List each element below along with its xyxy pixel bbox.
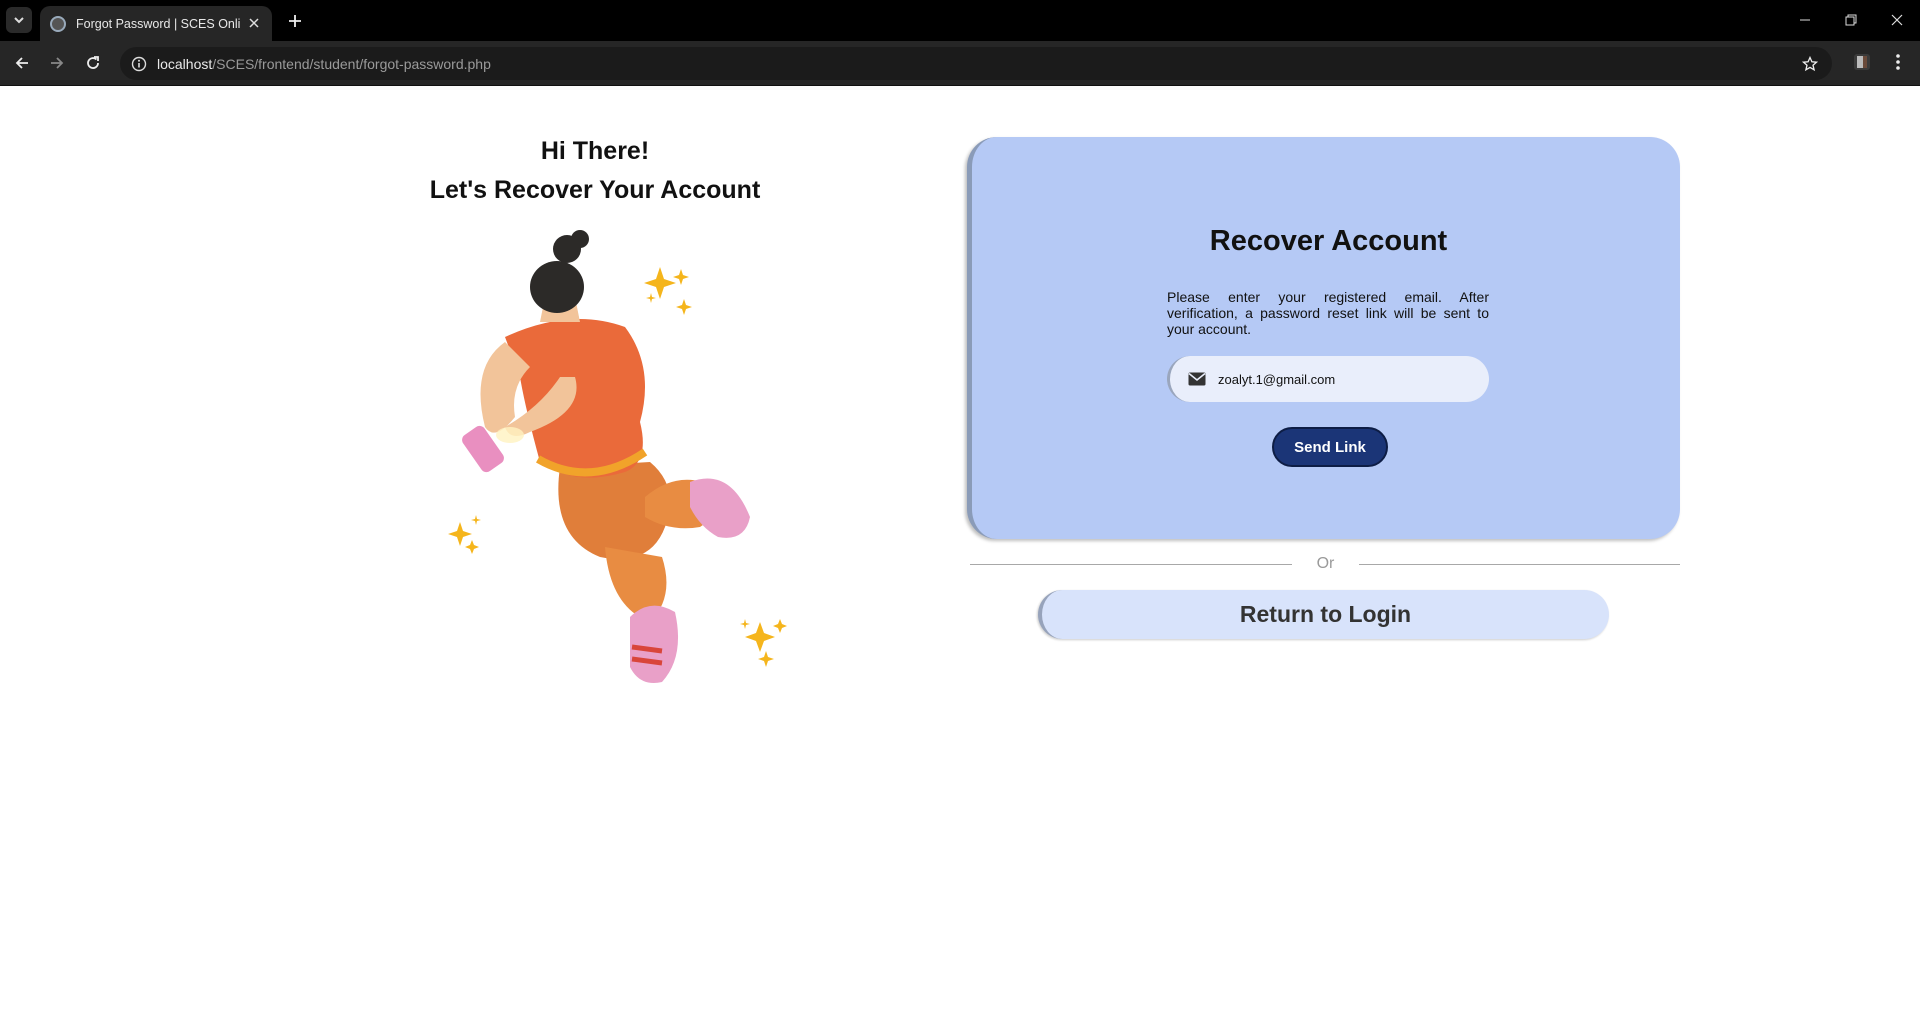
arrow-left-icon bbox=[15, 57, 28, 69]
email-field-wrapper[interactable] bbox=[1167, 356, 1489, 402]
plus-icon bbox=[289, 15, 301, 27]
recover-card: Recover Account Please enter your regist… bbox=[967, 137, 1680, 539]
bookmark-star-icon[interactable] bbox=[1800, 54, 1820, 74]
send-link-button[interactable]: Send Link bbox=[1272, 427, 1388, 467]
site-info-icon[interactable] bbox=[130, 55, 148, 73]
email-input[interactable] bbox=[1218, 369, 1468, 389]
close-icon bbox=[249, 18, 259, 28]
sparkle-icon bbox=[740, 619, 787, 667]
chevron-down-icon bbox=[14, 17, 24, 24]
minimize-button[interactable] bbox=[1790, 8, 1820, 32]
envelope-icon bbox=[1188, 372, 1206, 386]
browser-tab-bar: Forgot Password | SCES Online bbox=[0, 0, 1920, 41]
sparkle-icon bbox=[644, 267, 692, 315]
or-divider-label: Or bbox=[1316, 555, 1335, 572]
greeting-heading: Hi There! bbox=[540, 137, 650, 165]
minimize-icon bbox=[1800, 19, 1810, 21]
restore-button[interactable] bbox=[1836, 8, 1866, 32]
more-vert-icon bbox=[1896, 54, 1900, 70]
profile-icon bbox=[1854, 54, 1870, 70]
close-window-button[interactable] bbox=[1882, 8, 1912, 32]
url-path: /SCES/frontend/student/forgot-password.p… bbox=[212, 56, 491, 72]
new-tab-button[interactable] bbox=[284, 10, 306, 32]
page-content: Hi There! Let's Recover Your Account Rec… bbox=[0, 87, 1920, 1032]
arrow-right-icon bbox=[51, 57, 64, 69]
tab-close-button[interactable] bbox=[246, 15, 262, 31]
tab-search-button[interactable] bbox=[6, 7, 32, 33]
forward-button[interactable] bbox=[45, 51, 69, 75]
url-host: localhost bbox=[157, 56, 213, 72]
divider-left bbox=[970, 564, 1292, 565]
address-bar[interactable]: localhost/SCES/frontend/student/forgot-p… bbox=[120, 47, 1832, 80]
restore-icon bbox=[1845, 14, 1857, 26]
browser-toolbar: localhost/SCES/frontend/student/forgot-p… bbox=[0, 41, 1920, 86]
tab-title: Forgot Password | SCES Online bbox=[76, 16, 241, 31]
favicon-icon bbox=[50, 15, 66, 32]
return-to-login-button[interactable]: Return to Login bbox=[1038, 590, 1609, 639]
url-text: localhost/SCES/frontend/student/forgot-p… bbox=[157, 56, 491, 72]
reload-icon bbox=[87, 56, 99, 69]
active-tab[interactable]: Forgot Password | SCES Online bbox=[40, 6, 272, 41]
divider-right bbox=[1359, 564, 1680, 565]
sparkle-icon bbox=[448, 515, 481, 554]
reload-button[interactable] bbox=[81, 51, 105, 75]
woman-jumping-illustration bbox=[448, 230, 787, 683]
greeting-subheading: Let's Recover Your Account bbox=[429, 176, 761, 204]
close-icon bbox=[1891, 14, 1903, 26]
card-description: Please enter your registered email. Afte… bbox=[1167, 289, 1489, 337]
profile-avatar[interactable] bbox=[1851, 51, 1873, 73]
back-button[interactable] bbox=[10, 51, 34, 75]
browser-menu-button[interactable] bbox=[1888, 51, 1908, 73]
card-title: Recover Account bbox=[1209, 225, 1448, 257]
